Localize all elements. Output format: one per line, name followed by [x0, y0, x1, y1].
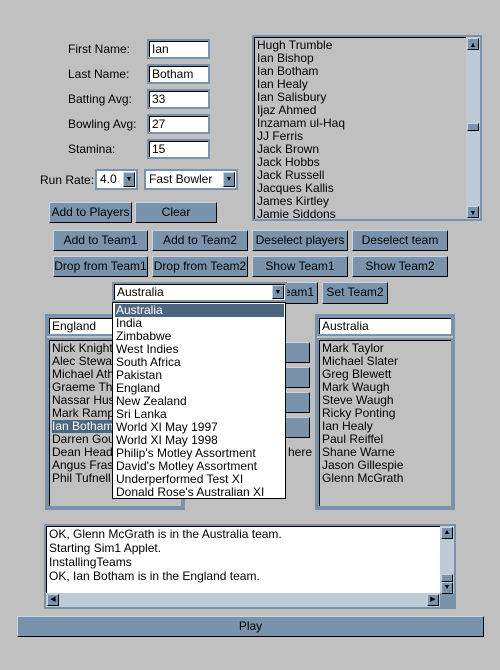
scroll-up-icon[interactable]: ▲ [467, 38, 479, 50]
chevron-down-icon[interactable]: ▼ [223, 172, 235, 187]
bowling-avg-label: Bowling Avg: [68, 117, 137, 131]
players-list[interactable]: Hugh Trumble Ian Bishop Ian Botham Ian Heal… [252, 35, 482, 221]
add-to-team2-button[interactable]: Add to Team2 [152, 230, 248, 251]
log-vscrollbar[interactable]: ▲ ▼ [440, 526, 454, 594]
show-team1-button[interactable]: Show Team1 [252, 256, 348, 277]
scroll-thumb[interactable] [441, 574, 453, 582]
set-team2-button[interactable]: Set Team2 [322, 282, 388, 304]
team-action-button-2[interactable] [283, 367, 310, 388]
deselect-team-button[interactable]: Deselect team [352, 230, 448, 251]
log-line: OK, Ian Botham is in the England team. [49, 569, 260, 583]
scroll-right-icon[interactable]: ▶ [427, 594, 439, 606]
team2-list-item[interactable]: Glenn McGrath [322, 472, 448, 485]
scroll-up-icon[interactable]: ▲ [441, 527, 453, 539]
drop-from-team1-button[interactable]: Drop from Team1 [53, 256, 148, 277]
log-textarea[interactable]: OK, Glenn McGrath is in the Australia te… [46, 526, 440, 593]
first-name-field[interactable]: Ian [147, 39, 210, 59]
role-value: Fast Bowler [149, 172, 213, 186]
drop-from-team2-button[interactable]: Drop from Team2 [152, 256, 248, 277]
run-rate-select[interactable]: 4.0 ▼ [95, 169, 138, 190]
play-button[interactable]: Play [17, 616, 484, 637]
bowling-avg-field[interactable]: 27 [147, 114, 210, 134]
role-select[interactable]: Fast Bowler ▼ [144, 169, 238, 190]
scroll-thumb[interactable] [467, 123, 479, 131]
stamina-field[interactable]: 15 [147, 139, 210, 159]
team-action-button-3[interactable] [283, 392, 310, 413]
add-to-team1-button[interactable]: Add to Team1 [53, 230, 148, 251]
first-name-label: First Name: [68, 42, 131, 56]
deselect-players-button[interactable]: Deselect players [252, 230, 348, 251]
log-line: InstallingTeams [49, 555, 132, 569]
batting-avg-label: Batting Avg: [68, 92, 132, 106]
show-team2-button[interactable]: Show Team2 [352, 256, 448, 277]
scroll-down-icon[interactable]: ▼ [441, 582, 453, 594]
run-rate-value: 4.0 [100, 172, 117, 186]
chevron-down-icon[interactable]: ▼ [123, 172, 135, 187]
team2-panel: Australia Mark Taylor Michael Slater Greg … [315, 314, 455, 510]
team-dropdown[interactable]: Australia India Zimbabwe West Indies South A… [112, 302, 286, 499]
batting-avg-field[interactable]: 33 [147, 89, 210, 109]
log-line: OK, Glenn McGrath is in the Australia te… [49, 527, 282, 541]
log-line: Starting Sim1 Applet. [49, 541, 162, 555]
team-action-button-4[interactable] [283, 417, 310, 438]
last-name-field[interactable]: Botham [147, 64, 210, 84]
team2-list[interactable]: Mark Taylor Michael Slater Greg Blewett Mar… [317, 338, 453, 508]
players-scrollbar[interactable]: ▲ ▼ [466, 37, 480, 219]
team-select[interactable]: Australia ▼ [112, 282, 287, 302]
run-rate-label: Run Rate: [40, 173, 95, 187]
clear-button[interactable]: Clear [135, 202, 217, 223]
log-hscrollbar[interactable]: ◀ ▶ [46, 593, 440, 607]
here-label: here [288, 445, 313, 459]
player-list-item[interactable]: Jamie Siddons [257, 208, 477, 220]
stamina-label: Stamina: [68, 142, 116, 156]
add-to-players-button[interactable]: Add to Players [49, 202, 132, 223]
chevron-down-icon[interactable]: ▼ [272, 285, 284, 299]
scroll-left-icon[interactable]: ◀ [47, 594, 59, 606]
scroll-down-icon[interactable]: ▼ [467, 206, 479, 218]
last-name-label: Last Name: [68, 67, 130, 81]
team-action-button-1[interactable] [283, 342, 310, 363]
team-option[interactable]: Donald Rose's Australian XI [115, 486, 284, 499]
team2-name-field[interactable]: Australia [317, 316, 453, 336]
team-select-value: Australia [117, 285, 164, 299]
log-panel: OK, Glenn McGrath is in the Australia te… [44, 524, 456, 609]
